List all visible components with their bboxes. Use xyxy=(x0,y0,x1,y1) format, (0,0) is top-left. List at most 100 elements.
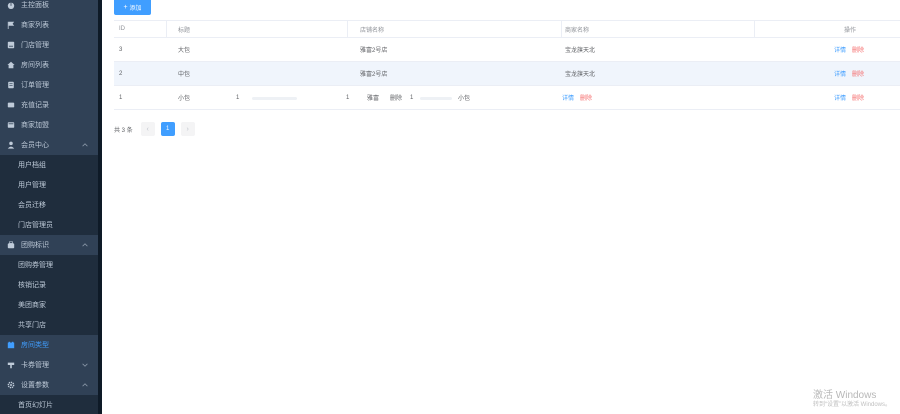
sidebar-item-label: 门店管理员 xyxy=(18,222,53,229)
add-button-label: 添加 xyxy=(129,6,142,12)
sidebar-item-rooms[interactable]: 房间列表 xyxy=(0,55,98,75)
cell-id: 3 xyxy=(119,46,123,53)
sidebar: 主控面板 商家列表 门店管理 房间列表 订单管理 充值记录 商家加盟 会员中心 … xyxy=(0,0,102,414)
next-page-button[interactable]: › xyxy=(180,122,195,136)
sidebar-item-label: 核销记录 xyxy=(18,282,46,289)
sidebar-item-label: 美团商家 xyxy=(18,302,46,309)
sidebar-item-label: 房间列表 xyxy=(21,62,49,69)
cell-actions-dup: 详情 删除 xyxy=(562,86,592,109)
cell-actions: 详情 删除 xyxy=(834,62,864,85)
sidebar-group-group-buy[interactable]: 团购标识 xyxy=(0,235,98,255)
sidebar-item-recharge[interactable]: 充值记录 xyxy=(0,95,98,115)
pagination: 共 3 条 ‹ 1 › xyxy=(114,122,201,136)
table-header: ID 标题 店铺名称 商家名称 操作 xyxy=(114,20,900,38)
cell-merchant: 宝龙旗天北 xyxy=(565,72,596,78)
chevron-up-icon xyxy=(81,241,89,249)
sidebar-item-franchise[interactable]: 商家加盟 xyxy=(0,115,98,135)
detail-link[interactable]: 详情 xyxy=(834,69,846,78)
gear-icon xyxy=(7,381,15,389)
sidebar-item-voucher-management[interactable]: 团购券管理 xyxy=(0,255,98,275)
table-row: 3 大包 雅富2号店 宝龙旗天北 详情 删除 xyxy=(114,38,900,62)
sidebar-item-label: 共享门店 xyxy=(18,322,46,329)
sidebar-item-meituan-merchants[interactable]: 美团商家 xyxy=(0,295,98,315)
column-header-merchant: 商家名称 xyxy=(565,27,590,34)
sidebar-item-user-groups[interactable]: 用户档组 xyxy=(0,155,98,175)
sidebar-item-merchants[interactable]: 商家列表 xyxy=(0,15,98,35)
sidebar-item-label: 卡券管理 xyxy=(21,362,49,369)
cell-number: 1 xyxy=(410,94,414,101)
order-icon xyxy=(7,81,15,89)
cell-number: 1 xyxy=(346,94,350,101)
sidebar-item-home-slides[interactable]: 首页幻灯片 xyxy=(0,395,98,414)
render-artifact xyxy=(252,97,297,100)
plus-icon: + xyxy=(123,4,128,11)
sidebar-item-stores[interactable]: 门店管理 xyxy=(0,35,98,55)
delete-link[interactable]: 删除 xyxy=(852,69,864,78)
cell-id: 2 xyxy=(119,70,123,77)
coupon-icon xyxy=(7,361,15,369)
activation-watermark-hint: 转到“设置”以激活 Windows。 xyxy=(813,402,892,408)
table-row: 2 中包 雅富2号店 宝龙旗天北 详情 删除 xyxy=(114,62,900,86)
prev-page-button[interactable]: ‹ xyxy=(140,122,155,136)
home-icon xyxy=(7,61,15,69)
join-icon xyxy=(7,121,15,129)
sidebar-item-shared-stores[interactable]: 共享门店 xyxy=(0,315,98,335)
detail-link[interactable]: 详情 xyxy=(562,93,574,102)
store-icon xyxy=(7,41,15,49)
detail-link[interactable]: 详情 xyxy=(834,45,846,54)
cell-title: 小包 xyxy=(458,96,471,102)
column-divider xyxy=(754,21,755,37)
cell-merchant: 宝龙旗天北 xyxy=(565,48,596,54)
column-header-actions: 操作 xyxy=(844,27,857,34)
sidebar-group-settings[interactable]: 设置参数 xyxy=(0,375,98,395)
chevron-up-icon xyxy=(81,141,89,149)
sidebar-item-orders[interactable]: 订单管理 xyxy=(0,75,98,95)
sidebar-group-coupons[interactable]: 卡券管理 xyxy=(0,355,98,375)
group-buy-icon xyxy=(7,241,15,249)
sidebar-item-label: 首页幻灯片 xyxy=(18,402,53,409)
sidebar-item-label: 商家加盟 xyxy=(21,122,49,129)
sidebar-item-dashboard[interactable]: 主控面板 xyxy=(0,0,98,15)
column-divider xyxy=(166,21,167,37)
sidebar-item-label: 主控面板 xyxy=(21,2,49,9)
sidebar-item-label: 设置参数 xyxy=(21,382,49,389)
sidebar-item-label: 会员中心 xyxy=(21,142,49,149)
record-icon xyxy=(7,101,15,109)
column-header-store: 店铺名称 xyxy=(360,27,385,34)
delete-link[interactable]: 删除 xyxy=(852,45,864,54)
column-header-id: ID xyxy=(119,26,125,32)
detail-link[interactable]: 详情 xyxy=(834,93,846,102)
cell-number: 1 xyxy=(236,94,240,101)
sidebar-item-user-management[interactable]: 用户管理 xyxy=(0,175,98,195)
cell-actions: 详情 删除 xyxy=(834,86,864,109)
chevron-up-icon xyxy=(81,381,89,389)
sidebar-item-label: 充值记录 xyxy=(21,102,49,109)
sidebar-item-label: 商家列表 xyxy=(21,22,49,29)
cell-store: 雅富2号店 xyxy=(360,72,388,78)
add-button[interactable]: + 添加 xyxy=(114,0,151,15)
cell-store: 雅富2号店 xyxy=(360,48,388,54)
chevron-down-icon xyxy=(81,361,89,369)
flag-icon xyxy=(7,21,15,29)
sidebar-item-redemption-records[interactable]: 核销记录 xyxy=(0,275,98,295)
sidebar-group-members[interactable]: 会员中心 xyxy=(0,135,98,155)
dashboard-icon xyxy=(7,1,15,9)
sidebar-item-label: 门店管理 xyxy=(21,42,49,49)
delete-link[interactable]: 删除 xyxy=(390,86,402,109)
sidebar-item-label: 用户档组 xyxy=(18,162,46,169)
cell-title: 小包 xyxy=(178,96,191,102)
sidebar-item-label: 房间类型 xyxy=(21,342,49,349)
cell-id: 1 xyxy=(119,94,123,101)
sidebar-item-store-admins[interactable]: 门店管理员 xyxy=(0,215,98,235)
user-icon xyxy=(7,141,15,149)
page-number-button[interactable]: 1 xyxy=(160,122,175,136)
column-divider xyxy=(347,21,348,37)
sidebar-item-member-migration[interactable]: 会员迁移 xyxy=(0,195,98,215)
sidebar-item-room-types[interactable]: 房间类型 xyxy=(0,335,98,355)
room-type-icon xyxy=(7,341,15,349)
cell-title: 大包 xyxy=(178,48,191,54)
cell-title: 中包 xyxy=(178,72,191,78)
delete-link[interactable]: 删除 xyxy=(580,93,592,102)
delete-link[interactable]: 删除 xyxy=(852,93,864,102)
render-artifact xyxy=(420,97,452,100)
